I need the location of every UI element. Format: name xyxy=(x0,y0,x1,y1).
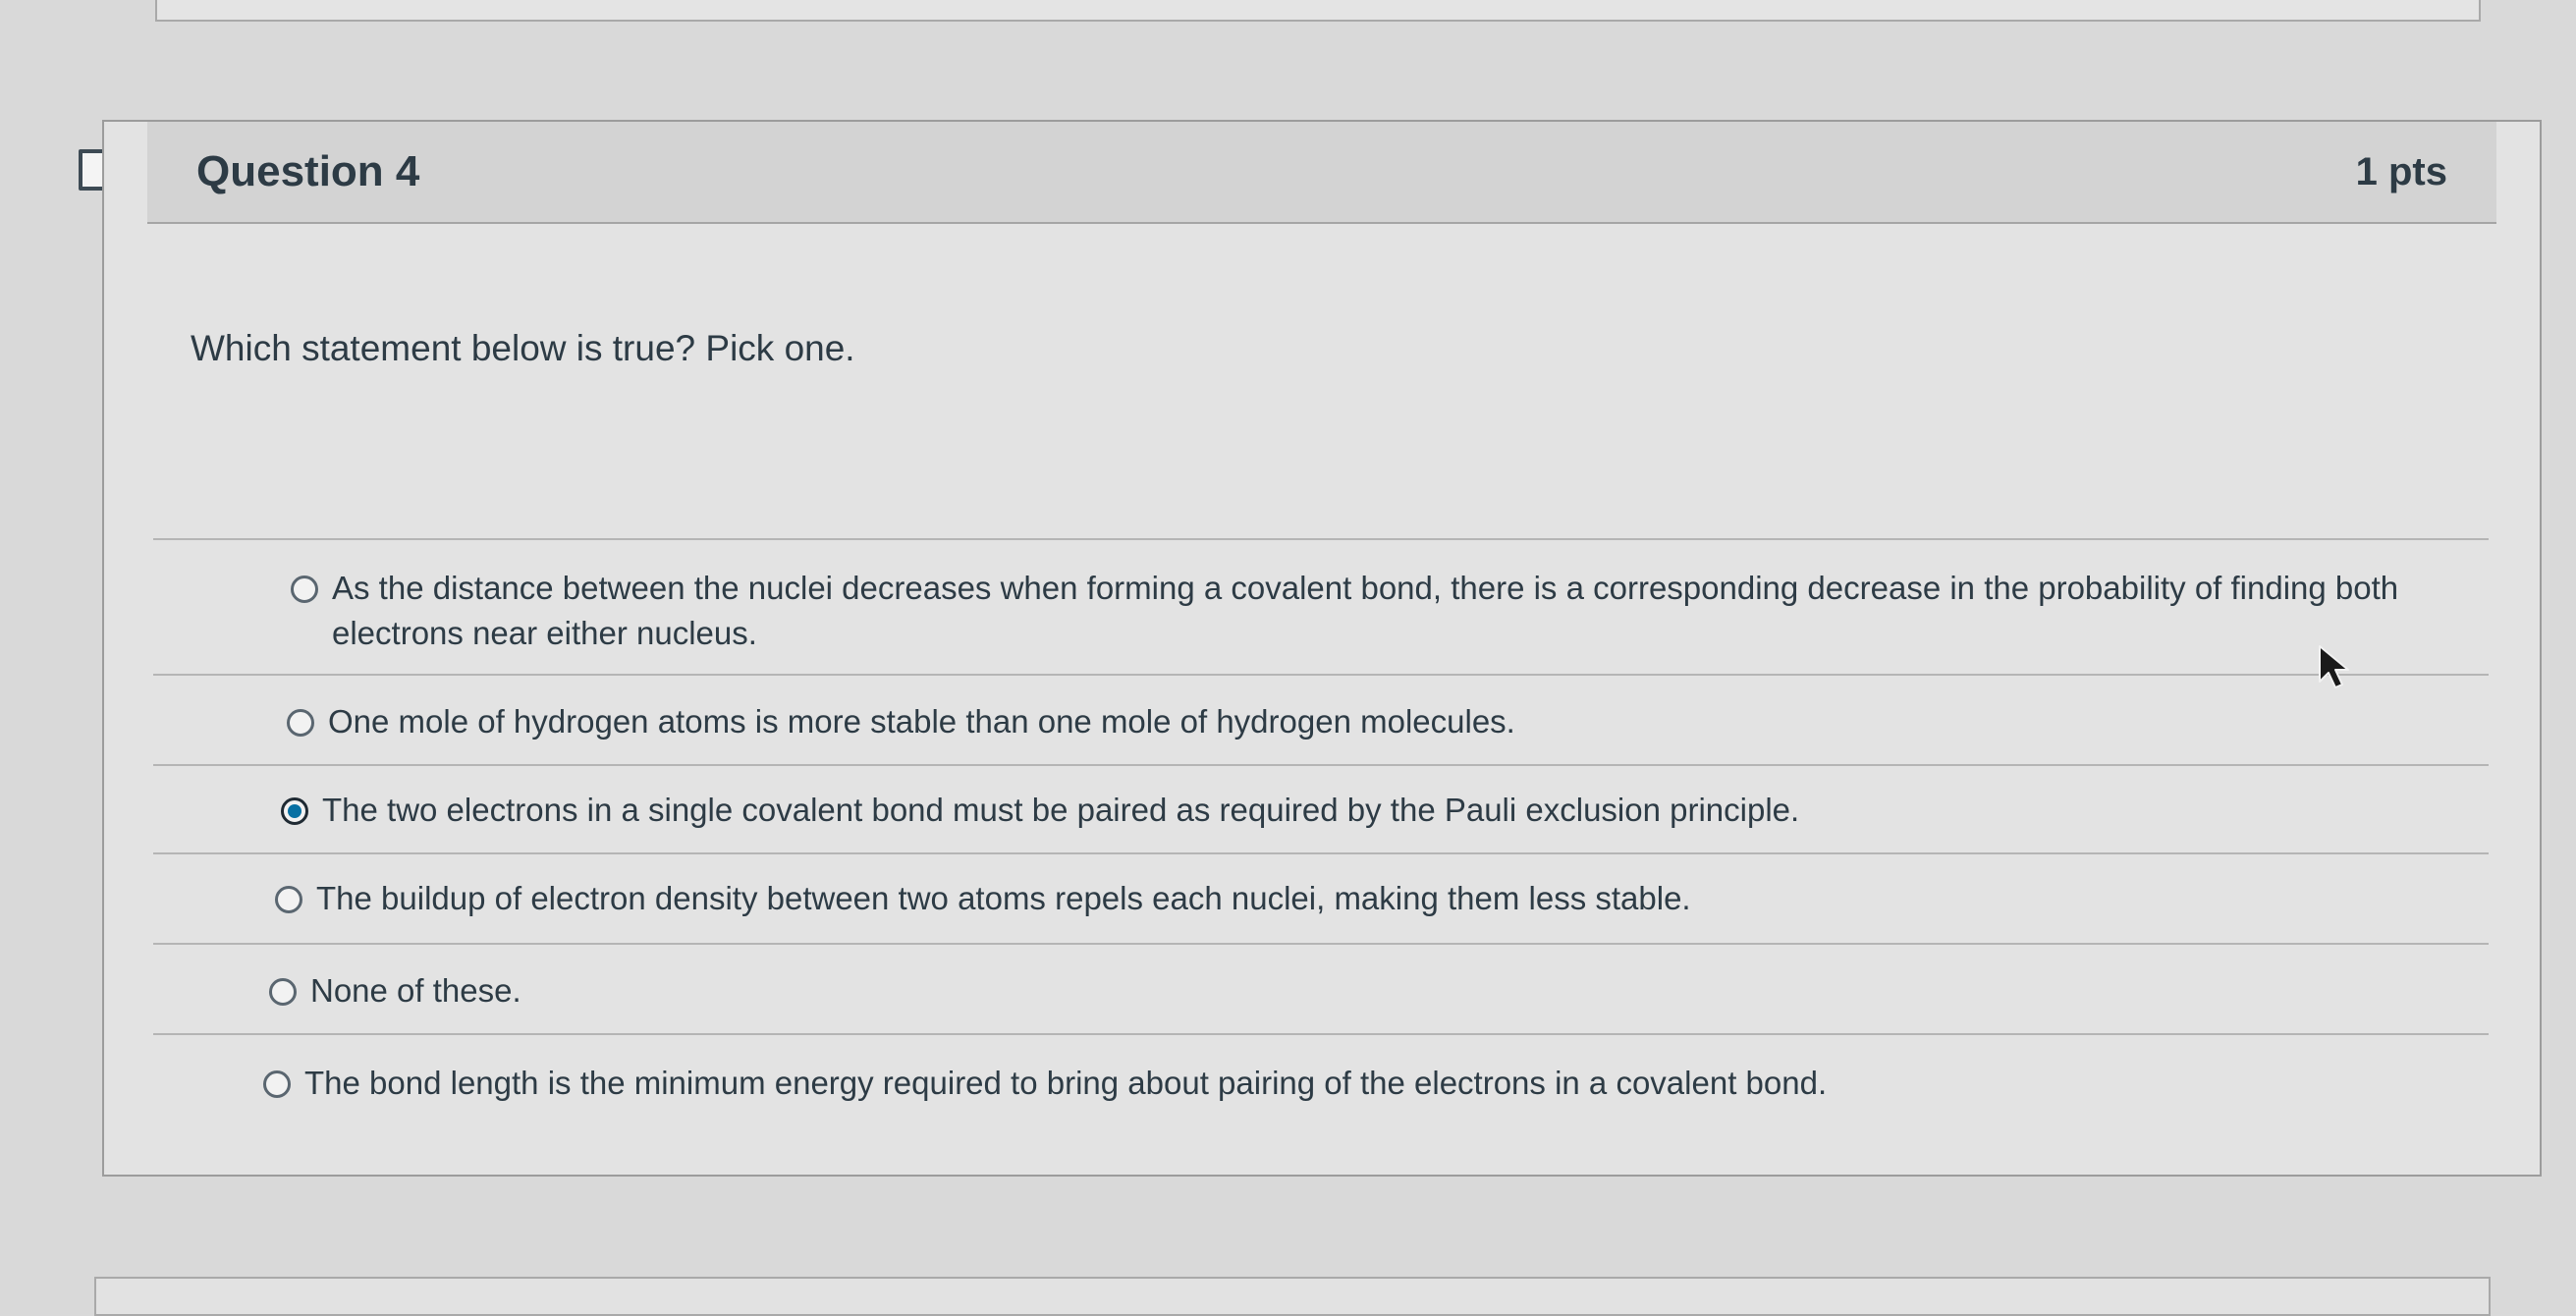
answer-label-6[interactable]: The bond length is the minimum energy re… xyxy=(304,1061,1827,1106)
radio-button-4[interactable] xyxy=(275,886,302,913)
question-points: 1 pts xyxy=(2355,149,2447,193)
answer-option-2[interactable]: One mole of hydrogen atoms is more stabl… xyxy=(153,674,2489,764)
answer-option-5[interactable]: None of these. xyxy=(153,943,2489,1033)
next-question-card xyxy=(94,1277,2491,1316)
answer-option-1[interactable]: As the distance between the nuclei decre… xyxy=(153,538,2489,674)
answer-label-4[interactable]: The buildup of electron density between … xyxy=(316,876,1691,921)
radio-button-3-selected[interactable] xyxy=(281,797,308,825)
question-text: Which statement below is true? Pick one. xyxy=(191,328,855,368)
answer-option-6[interactable]: The bond length is the minimum energy re… xyxy=(153,1033,2489,1124)
radio-button-2[interactable] xyxy=(287,709,314,737)
question-title: Question 4 xyxy=(196,147,420,195)
radio-button-6[interactable] xyxy=(263,1070,291,1098)
question-header: Question 4 1 pts xyxy=(147,122,2496,224)
answer-label-2[interactable]: One mole of hydrogen atoms is more stabl… xyxy=(328,699,1515,744)
answer-label-3[interactable]: The two electrons in a single covalent b… xyxy=(322,788,1799,833)
previous-question-card xyxy=(155,0,2481,22)
answer-label-1[interactable]: As the distance between the nuclei decre… xyxy=(332,566,2443,656)
answer-option-3[interactable]: The two electrons in a single covalent b… xyxy=(153,764,2489,852)
answer-list: As the distance between the nuclei decre… xyxy=(153,538,2489,1124)
radio-button-1[interactable] xyxy=(291,576,318,603)
answer-option-4[interactable]: The buildup of electron density between … xyxy=(153,852,2489,943)
question-card: Question 4 1 pts Which statement below i… xyxy=(102,120,2542,1177)
mouse-pointer-icon xyxy=(2319,645,2349,688)
answer-label-5[interactable]: None of these. xyxy=(310,968,521,1014)
radio-button-5[interactable] xyxy=(269,978,297,1006)
